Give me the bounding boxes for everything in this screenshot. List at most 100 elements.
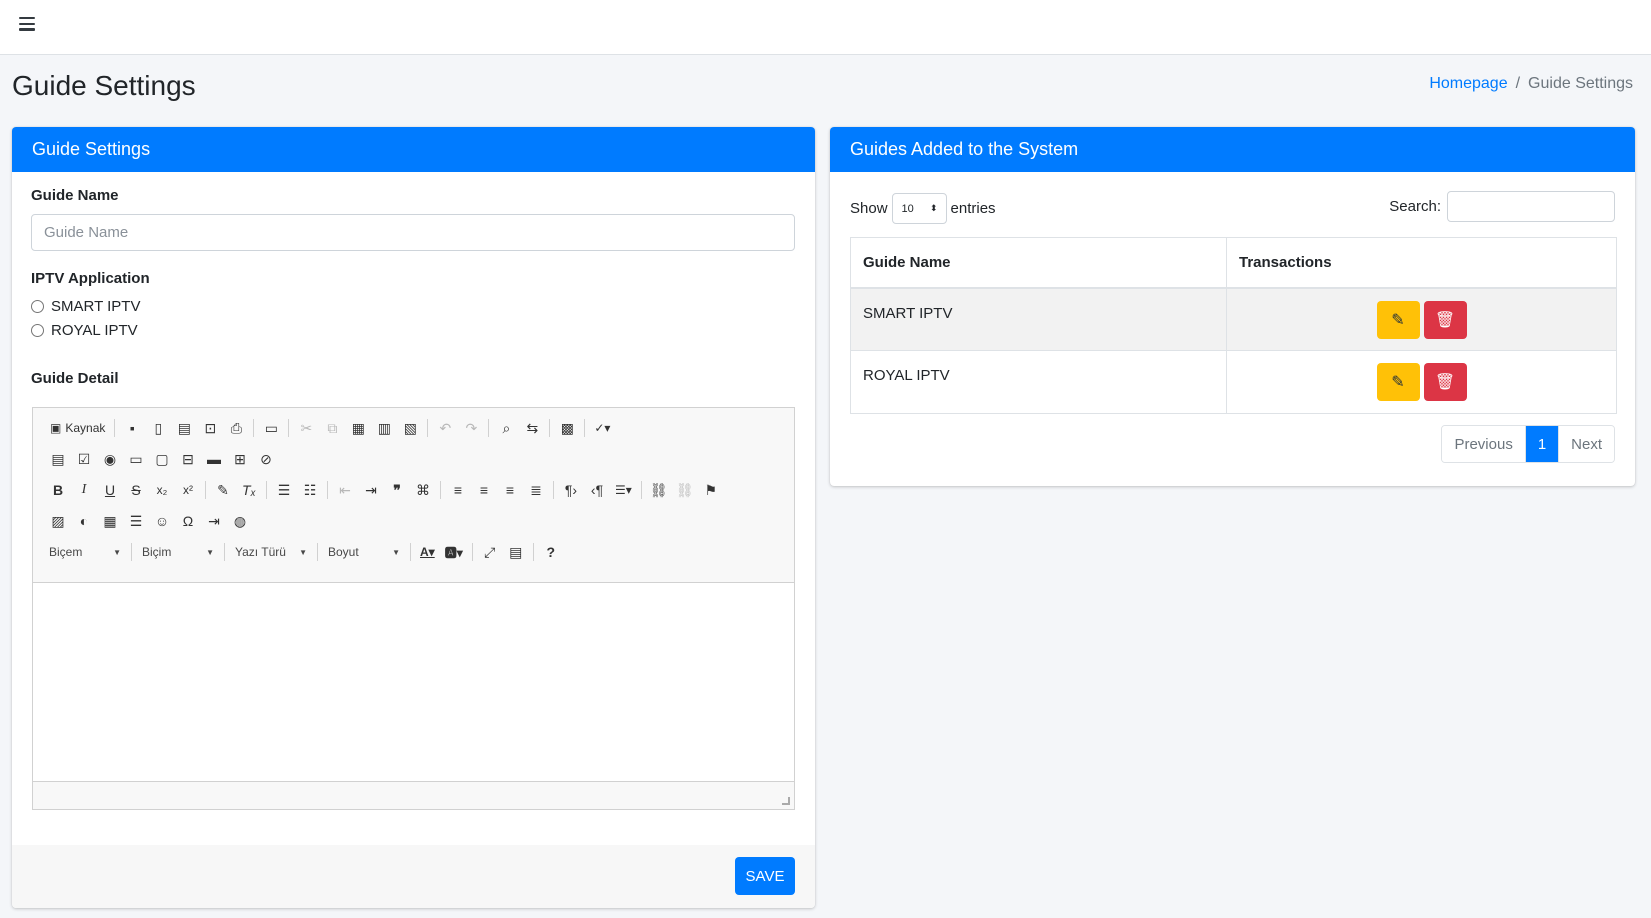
bold-icon[interactable]: B: [45, 478, 71, 502]
source-button[interactable]: ▣ Kaynak: [45, 416, 110, 440]
pagination-next[interactable]: Next: [1558, 426, 1614, 462]
checkbox-icon[interactable]: ☑: [71, 447, 97, 471]
iptv-application-label: IPTV Application: [31, 270, 150, 287]
print-icon[interactable]: ⎙: [223, 416, 249, 440]
bulleted-list-icon[interactable]: ☷: [297, 478, 323, 502]
paste-icon[interactable]: ▦: [345, 416, 371, 440]
copy-format-icon[interactable]: ✎: [210, 478, 236, 502]
pagination-page-1[interactable]: 1: [1524, 426, 1559, 462]
save-button[interactable]: SAVE: [735, 857, 795, 895]
image-button-icon[interactable]: ⊞: [227, 447, 253, 471]
delete-button[interactable]: 🗑: [1423, 300, 1467, 339]
numbered-list-icon[interactable]: ☰: [271, 478, 297, 502]
redo-icon[interactable]: ↷: [458, 416, 484, 440]
maximize-icon[interactable]: ⤢: [477, 540, 503, 564]
subscript-icon[interactable]: x₂: [149, 478, 175, 502]
menu-icon[interactable]: [19, 17, 35, 31]
copy-icon[interactable]: ⧉: [319, 416, 345, 440]
resize-handle-icon[interactable]: [782, 797, 790, 805]
ltr-icon[interactable]: ¶›: [558, 478, 584, 502]
superscript-icon[interactable]: x²: [175, 478, 201, 502]
strikethrough-icon[interactable]: S: [123, 478, 149, 502]
toolbar-separator: [224, 543, 225, 561]
radio-circle[interactable]: [31, 324, 44, 337]
rich-text-editor: ▣ Kaynak ▪ ▯ ▤ ⊡ ⎙ ▭ ✂ ⧉ ▦ ▥ ▧ ↶ ↷ ⌕ ⇆ ▩ …: [32, 407, 795, 810]
toolbar-separator: [317, 543, 318, 561]
toolbar-separator: [488, 419, 490, 437]
iframe-icon[interactable]: ◍: [227, 509, 253, 533]
background-color-icon[interactable]: 🅰▾: [440, 540, 468, 564]
button-icon[interactable]: ▬: [201, 447, 227, 471]
source-label: Kaynak: [65, 421, 106, 435]
table-search: Search:: [1389, 191, 1615, 222]
text-color-icon[interactable]: A▾: [415, 540, 440, 564]
undo-icon[interactable]: ↶: [432, 416, 458, 440]
format-dropdown[interactable]: Biçim ▼: [136, 540, 220, 564]
table-row: SMART IPTV ✎ 🗑: [850, 287, 1617, 351]
unlink-icon[interactable]: ⛓: [672, 478, 698, 502]
language-icon[interactable]: ☰▾: [610, 478, 637, 502]
new-page-icon[interactable]: ▯: [145, 416, 171, 440]
align-center-icon[interactable]: ≡: [471, 478, 497, 502]
edit-button[interactable]: ✎: [1376, 363, 1420, 401]
find-icon[interactable]: ⌕: [493, 416, 519, 440]
select-all-icon[interactable]: ▩: [554, 416, 580, 440]
cut-icon[interactable]: ✂: [293, 416, 319, 440]
radio-circle[interactable]: [31, 300, 44, 313]
special-char-icon[interactable]: Ω: [175, 509, 201, 533]
pagination-previous[interactable]: Previous: [1442, 426, 1525, 462]
form-icon[interactable]: ▤: [45, 447, 71, 471]
select-field-icon[interactable]: ⊟: [175, 447, 201, 471]
text-field-icon[interactable]: ▭: [123, 447, 149, 471]
size-dropdown[interactable]: Boyut ▼: [322, 540, 406, 564]
horizontal-line-icon[interactable]: ☰: [123, 509, 149, 533]
styles-dropdown[interactable]: Biçem ▼: [43, 540, 127, 564]
entries-select[interactable]: 10 ⬍: [891, 193, 947, 224]
column-header-guide-name[interactable]: Guide Name: [850, 237, 1227, 289]
preview-icon[interactable]: ⊡: [197, 416, 223, 440]
table-header-row: Guide Name Transactions: [850, 237, 1617, 289]
replace-icon[interactable]: ⇆: [519, 416, 545, 440]
column-header-transactions[interactable]: Transactions: [1226, 237, 1617, 289]
outdent-icon[interactable]: ⇤: [332, 478, 358, 502]
rtl-icon[interactable]: ‹¶: [584, 478, 610, 502]
textarea-icon[interactable]: ▢: [149, 447, 175, 471]
export-pdf-icon[interactable]: ▤: [171, 416, 197, 440]
save-icon[interactable]: ▪: [119, 416, 145, 440]
hidden-field-icon[interactable]: ⊘: [253, 447, 279, 471]
align-right-icon[interactable]: ≡: [497, 478, 523, 502]
align-left-icon[interactable]: ≡: [445, 478, 471, 502]
editor-content-area[interactable]: [33, 582, 794, 782]
edit-button[interactable]: ✎: [1376, 300, 1420, 339]
justify-icon[interactable]: ≣: [523, 478, 549, 502]
chevron-down-icon: ▼: [113, 547, 121, 557]
remove-format-icon[interactable]: Tₓ: [236, 478, 262, 502]
flash-icon[interactable]: ◐: [71, 509, 97, 533]
smiley-icon[interactable]: ☺: [149, 509, 175, 533]
div-container-icon[interactable]: ⌘: [410, 478, 436, 502]
paste-word-icon[interactable]: ▧: [397, 416, 423, 440]
spellcheck-icon[interactable]: ✓▾: [589, 416, 615, 440]
help-icon[interactable]: ?: [538, 540, 564, 564]
indent-icon[interactable]: ⇥: [358, 478, 384, 502]
image-icon[interactable]: ▨: [45, 509, 71, 533]
guide-name-input[interactable]: [31, 214, 795, 251]
italic-icon[interactable]: I: [71, 478, 97, 502]
delete-button[interactable]: 🗑: [1423, 363, 1467, 401]
page-break-icon[interactable]: ⇥: [201, 509, 227, 533]
radio-royal-iptv[interactable]: ROYAL IPTV: [31, 322, 138, 339]
radio-button-icon[interactable]: ◉: [97, 447, 123, 471]
breadcrumb-home-link[interactable]: Homepage: [1429, 75, 1507, 92]
radio-smart-iptv[interactable]: SMART IPTV: [31, 298, 140, 315]
underline-icon[interactable]: U: [97, 478, 123, 502]
font-dropdown[interactable]: Yazı Türü ▼: [229, 540, 313, 564]
anchor-flag-icon[interactable]: ⚑: [698, 478, 724, 502]
show-blocks-icon[interactable]: ▤: [503, 540, 529, 564]
search-input[interactable]: [1447, 191, 1615, 222]
blockquote-icon[interactable]: ❞: [384, 478, 410, 502]
table-icon[interactable]: ▦: [97, 509, 123, 533]
editor-toolbar-row-5: Biçem ▼ Biçim ▼ Yazı Türü ▼ Boyut ▼ A▾ 🅰▾ ⤢ …: [43, 539, 564, 565]
link-icon[interactable]: ⛓: [646, 478, 672, 502]
templates-icon[interactable]: ▭: [258, 416, 284, 440]
paste-text-icon[interactable]: ▥: [371, 416, 397, 440]
